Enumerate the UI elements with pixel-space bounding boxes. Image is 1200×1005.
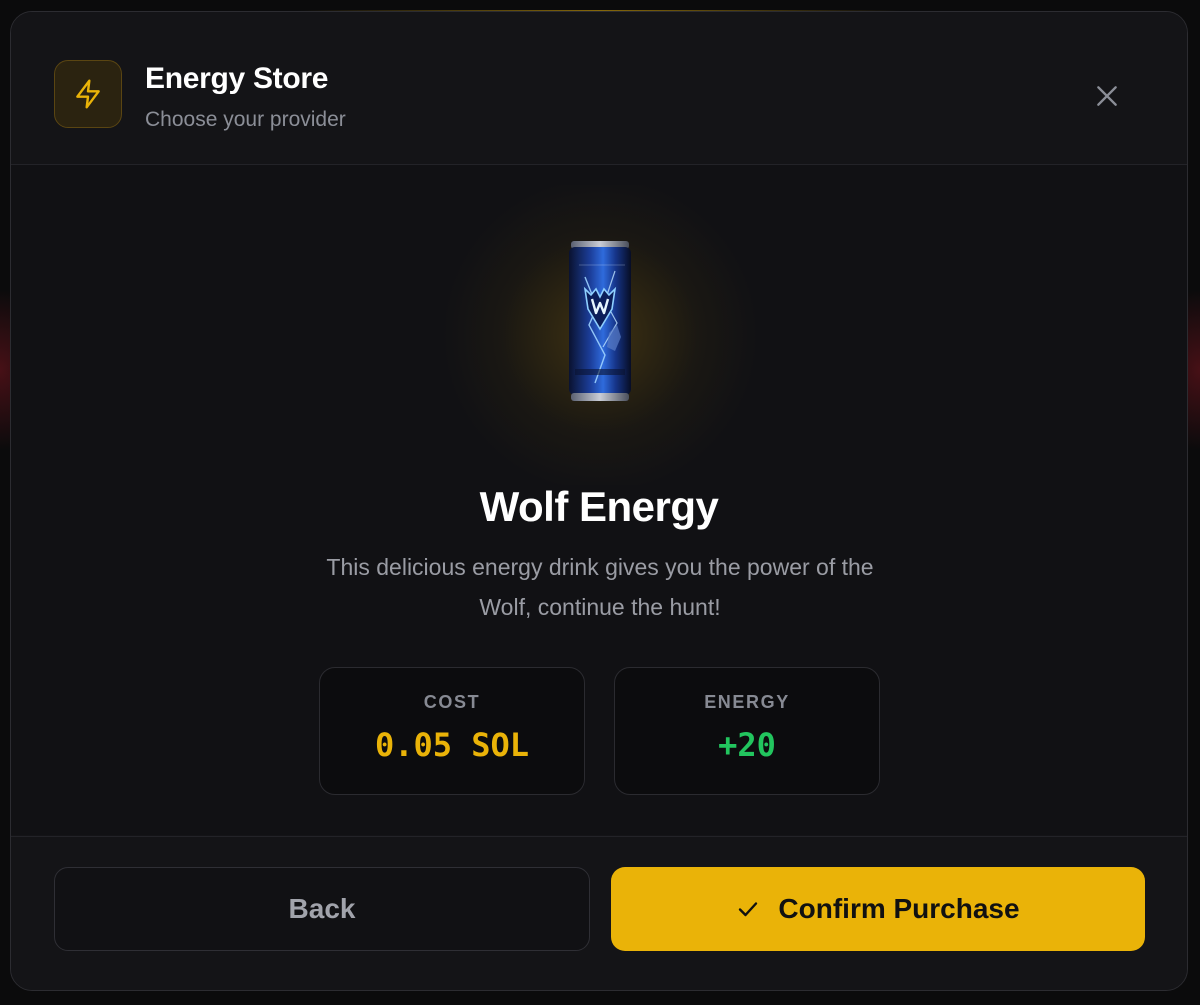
modal-title: Energy Store: [145, 62, 329, 95]
cost-value: 0.05 SOL: [374, 726, 530, 764]
energy-store-modal: Energy Store Choose your provider Wolf E…: [10, 11, 1188, 991]
modal-subtitle: Choose your provider: [145, 108, 346, 131]
modal-footer: Back Confirm Purchase: [11, 836, 1187, 990]
back-button[interactable]: Back: [54, 867, 590, 951]
close-button[interactable]: [1089, 78, 1125, 114]
cost-label: COST: [423, 692, 481, 712]
product-name: Wolf Energy: [479, 483, 719, 530]
confirm-purchase-button[interactable]: Confirm Purchase: [611, 867, 1145, 951]
modal-header: Energy Store Choose your provider: [11, 12, 1187, 165]
product-description: This delicious energy drink gives you th…: [326, 554, 874, 620]
energy-label: ENERGY: [704, 692, 790, 712]
energy-value: +20: [718, 726, 776, 764]
energy-card: ENERGY +20: [614, 667, 880, 795]
check-icon: [736, 897, 760, 921]
cost-card: COST 0.05 SOL: [319, 667, 585, 795]
product-image: [565, 237, 635, 405]
close-icon: [1097, 86, 1117, 106]
modal-body: Wolf Energy This delicious energy drink …: [11, 165, 1187, 835]
back-button-label: Back: [288, 893, 356, 924]
lightning-bolt-icon: [54, 60, 122, 128]
confirm-purchase-label: Confirm Purchase: [778, 893, 1020, 924]
